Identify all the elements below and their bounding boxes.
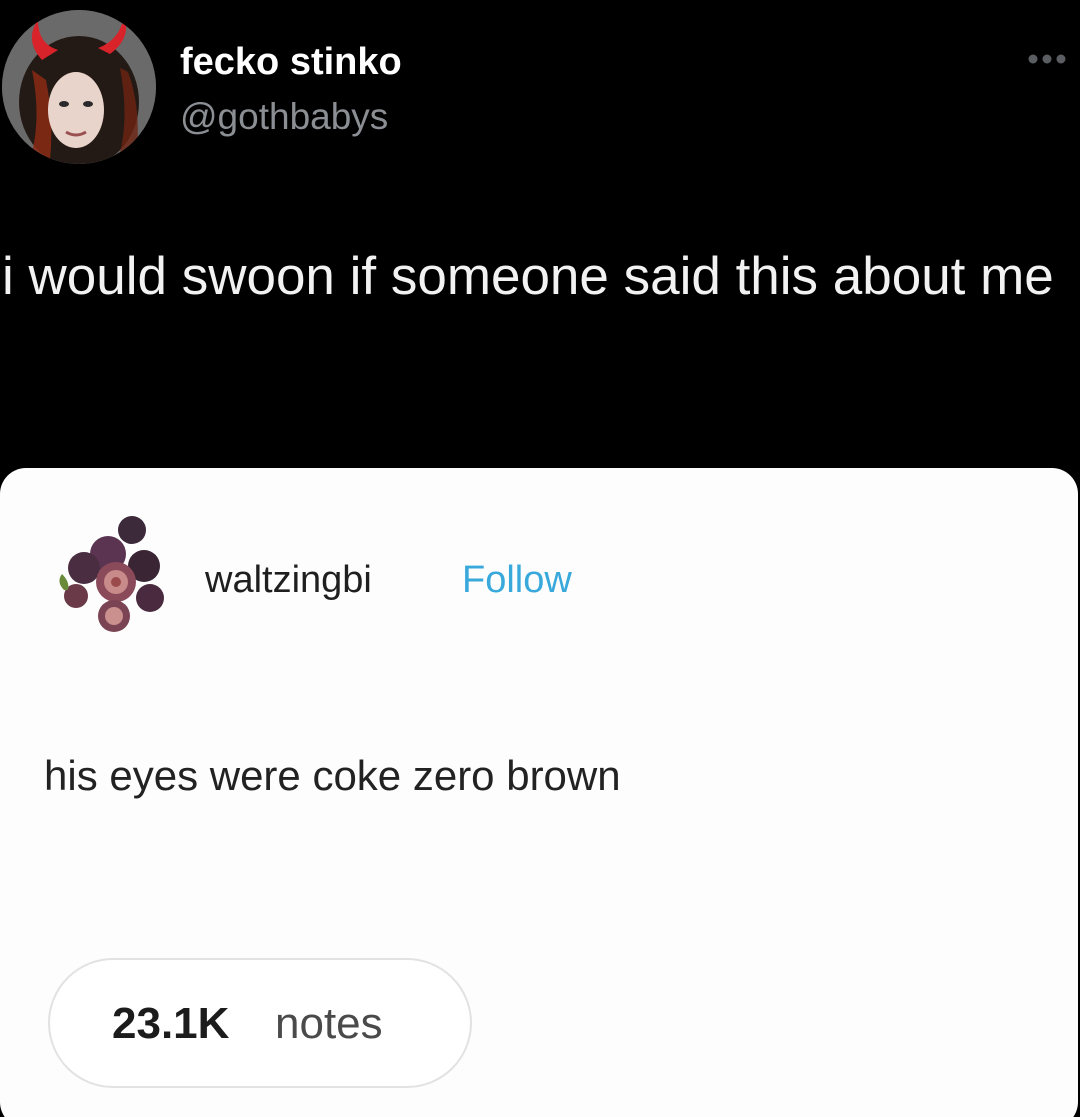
follow-button[interactable]: Follow [462,558,572,602]
notes-count: 23.1K [112,999,230,1048]
post-username[interactable]: waltzingbi [205,558,372,602]
screenshot: fecko stinko @gothbabys i would swoon if… [0,0,1080,1117]
tweet-text: i would swoon if someone said this about… [2,247,1054,306]
notes-button[interactable]: 23.1K notes [48,958,472,1088]
more-options-button[interactable] [1022,48,1072,70]
post-body-text: his eyes were coke zero brown [44,752,621,799]
embedded-post-card: waltzingbi Follow his eyes were coke zer… [0,468,1078,1117]
profile-avatar[interactable] [2,10,156,164]
more-options-dots-icon [1028,54,1066,64]
notes-label: notes [275,999,383,1048]
avatar-photo [2,10,156,164]
figs-avatar[interactable] [44,512,174,642]
figs-avatar-icon [59,516,164,632]
user-handle[interactable]: @gothbabys [180,95,388,139]
display-name[interactable]: fecko stinko [180,40,402,84]
